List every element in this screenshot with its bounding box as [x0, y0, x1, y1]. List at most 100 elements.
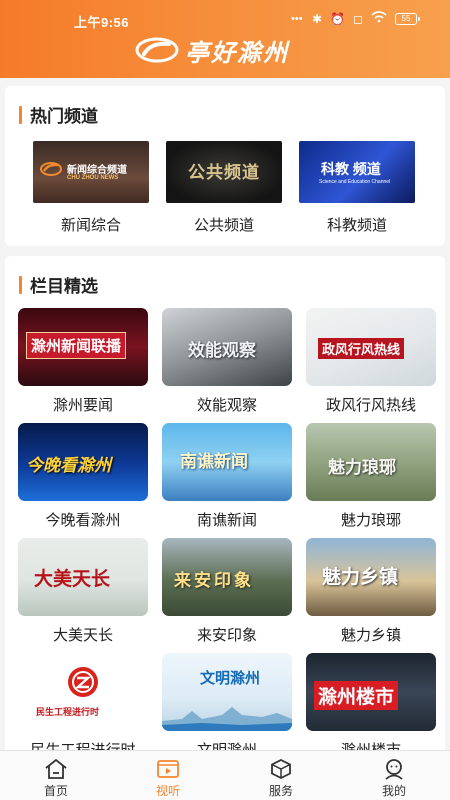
thumb-text: 来安印象: [174, 571, 254, 591]
program-thumbnail: 政风行风热线: [306, 308, 436, 386]
program-thumbnail: 魅力乡镇: [306, 538, 436, 616]
thumb-text: 今晚看滁州: [26, 456, 111, 475]
silent-icon: ◻: [353, 11, 363, 26]
program-logo-icon: [68, 667, 98, 697]
program-thumbnail: 滁州新闻联播: [18, 308, 148, 386]
app-title: 亭好滁州: [185, 38, 289, 67]
program-label: 魅力乡镇: [340, 627, 401, 644]
program-label: 民生工程进行时: [18, 739, 148, 750]
section-accent-bar: [19, 275, 22, 294]
home-icon: [45, 758, 67, 779]
program-tile[interactable]: 魅力乡镇 魅力乡镇: [306, 538, 436, 646]
program-label: 效能观察: [196, 397, 257, 414]
program-label: 今晚看滁州: [45, 512, 121, 529]
tab-label: 我的: [381, 784, 406, 798]
channel-label: 公共频道: [193, 217, 254, 234]
app-brand: 亭好滁州: [135, 35, 289, 67]
section-title: 栏目精选: [30, 277, 98, 296]
status-bar: 上午9:56 ••• ✱ ⏰ ◻ 55: [0, 10, 450, 30]
program-thumbnail: 魅力琅琊: [306, 423, 436, 501]
tab-video[interactable]: 视听: [112, 751, 224, 800]
program-tile[interactable]: 来安印象 来安印象: [162, 538, 292, 646]
app-header: 上午9:56 ••• ✱ ⏰ ◻ 55 亭好滁州: [0, 0, 450, 78]
program-thumbnail: 滁州楼市: [306, 653, 436, 731]
video-icon: [157, 760, 179, 778]
thumb-text: 民生工程进行时: [36, 707, 100, 717]
thumb-text: 文明滁州: [200, 669, 261, 687]
section-accent-bar: [19, 105, 22, 124]
program-thumbnail: 效能观察: [162, 308, 292, 386]
thumb-text: 效能观察: [188, 341, 256, 360]
main-content[interactable]: 热门频道 新闻综合频道 CHU ZHOU NEWS 新闻综合 公共频道 公共频道…: [0, 78, 450, 750]
program-thumbnail: 来安印象: [162, 538, 292, 616]
program-label: 文明滁州: [162, 739, 292, 750]
program-label: 来安印象: [196, 627, 257, 644]
tab-label: 视听: [155, 784, 180, 798]
program-tile[interactable]: 政风行风热线 政风行风热线: [306, 308, 436, 416]
hot-channels-section: 热门频道 新闻综合频道 CHU ZHOU NEWS 新闻综合 公共频道 公共频道…: [5, 86, 445, 246]
channel-thumbnail: 新闻综合频道 CHU ZHOU NEWS: [33, 141, 149, 203]
channel-label: 新闻综合: [60, 217, 121, 234]
section-title: 热门频道: [30, 107, 98, 126]
program-thumbnail: 大美天长: [18, 538, 148, 616]
program-tile[interactable]: 南谯新闻 南谯新闻: [162, 423, 292, 531]
skyline-illustration: [162, 707, 292, 731]
thumb-text: 滁州新闻联播: [26, 332, 127, 359]
program-tile[interactable]: 大美天长 大美天长: [18, 538, 148, 646]
channel-tile-news[interactable]: 新闻综合频道 CHU ZHOU NEWS 新闻综合: [33, 141, 149, 236]
tab-profile[interactable]: 我的: [338, 751, 450, 800]
thumb-text: 滁州楼市: [314, 681, 399, 710]
thumb-text: 魅力乡镇: [322, 566, 399, 588]
bluetooth-icon: ✱: [312, 11, 323, 26]
program-tile[interactable]: 效能观察 效能观察: [162, 308, 292, 416]
section-heading: 热门频道: [19, 102, 98, 127]
tab-label: 首页: [43, 784, 68, 798]
featured-programs-section: 栏目精选 滁州新闻联播 滁州要闻 效能观察 效能观察 政风行风热线 政风行风热线…: [5, 256, 445, 750]
thumb-text: 魅力琅琊: [328, 458, 396, 478]
program-label: 滁州要闻: [52, 397, 113, 414]
program-tile[interactable]: 文明滁州 文明滁州: [162, 653, 292, 750]
program-label: 南谯新闻: [196, 512, 257, 529]
thumb-subtext: Science and Education Channel: [319, 179, 391, 185]
wifi-icon: [371, 11, 387, 26]
channel-tile-public[interactable]: 公共频道 公共频道: [166, 141, 282, 236]
channel-logo-icon: [40, 162, 62, 176]
thumb-subtext: CHU ZHOU NEWS: [67, 175, 119, 181]
program-tile[interactable]: 滁州楼市 滁州楼市: [306, 653, 436, 750]
program-thumbnail: 今晚看滁州: [18, 423, 148, 501]
channel-thumbnail: 公共频道: [166, 141, 282, 203]
notification-dots: •••: [291, 13, 303, 25]
bottom-tab-bar: 首页 视听 服务 我的: [0, 750, 450, 800]
thumb-text: 新闻综合频道: [67, 165, 127, 176]
program-label: 政风行风热线: [325, 397, 416, 414]
status-time: 上午9:56: [74, 15, 130, 30]
alarm-icon: ⏰: [330, 11, 346, 26]
battery-icon: 55: [394, 12, 420, 25]
status-icons: ✱ ⏰ ◻ 55: [312, 11, 420, 26]
program-thumbnail: 南谯新闻: [162, 423, 292, 501]
program-tile[interactable]: 今晚看滁州 今晚看滁州: [18, 423, 148, 531]
program-thumbnail: 文明滁州: [162, 653, 292, 731]
program-tile[interactable]: 滁州新闻联播 滁州要闻: [18, 308, 148, 416]
program-tile[interactable]: 民生工程进行时 民生工程进行时: [18, 653, 148, 750]
tab-service[interactable]: 服务: [225, 751, 337, 800]
thumb-text: 公共频道: [188, 163, 260, 182]
program-label: 滁州楼市: [306, 739, 436, 750]
thumb-text: 南谯新闻: [180, 452, 248, 471]
channel-label: 科教频道: [326, 217, 387, 234]
program-label: 魅力琅琊: [340, 512, 401, 529]
program-label: 大美天长: [52, 627, 113, 644]
tab-home[interactable]: 首页: [0, 751, 112, 800]
program-thumbnail: 民生工程进行时: [18, 653, 148, 731]
user-icon: [385, 759, 403, 780]
thumb-text: 政风行风热线: [318, 338, 405, 359]
program-tile[interactable]: 魅力琅琊 魅力琅琊: [306, 423, 436, 531]
cube-icon: [271, 758, 291, 780]
thumb-text: 科教 频道: [321, 161, 381, 177]
channel-tile-science[interactable]: 科教 频道 Science and Education Channel 科教频道: [299, 141, 415, 236]
thumb-text: 大美天长: [34, 568, 111, 590]
section-heading: 栏目精选: [19, 272, 98, 297]
app-logo-icon: [135, 37, 179, 63]
tab-label: 服务: [268, 784, 293, 798]
channel-thumbnail: 科教 频道 Science and Education Channel: [299, 141, 415, 203]
